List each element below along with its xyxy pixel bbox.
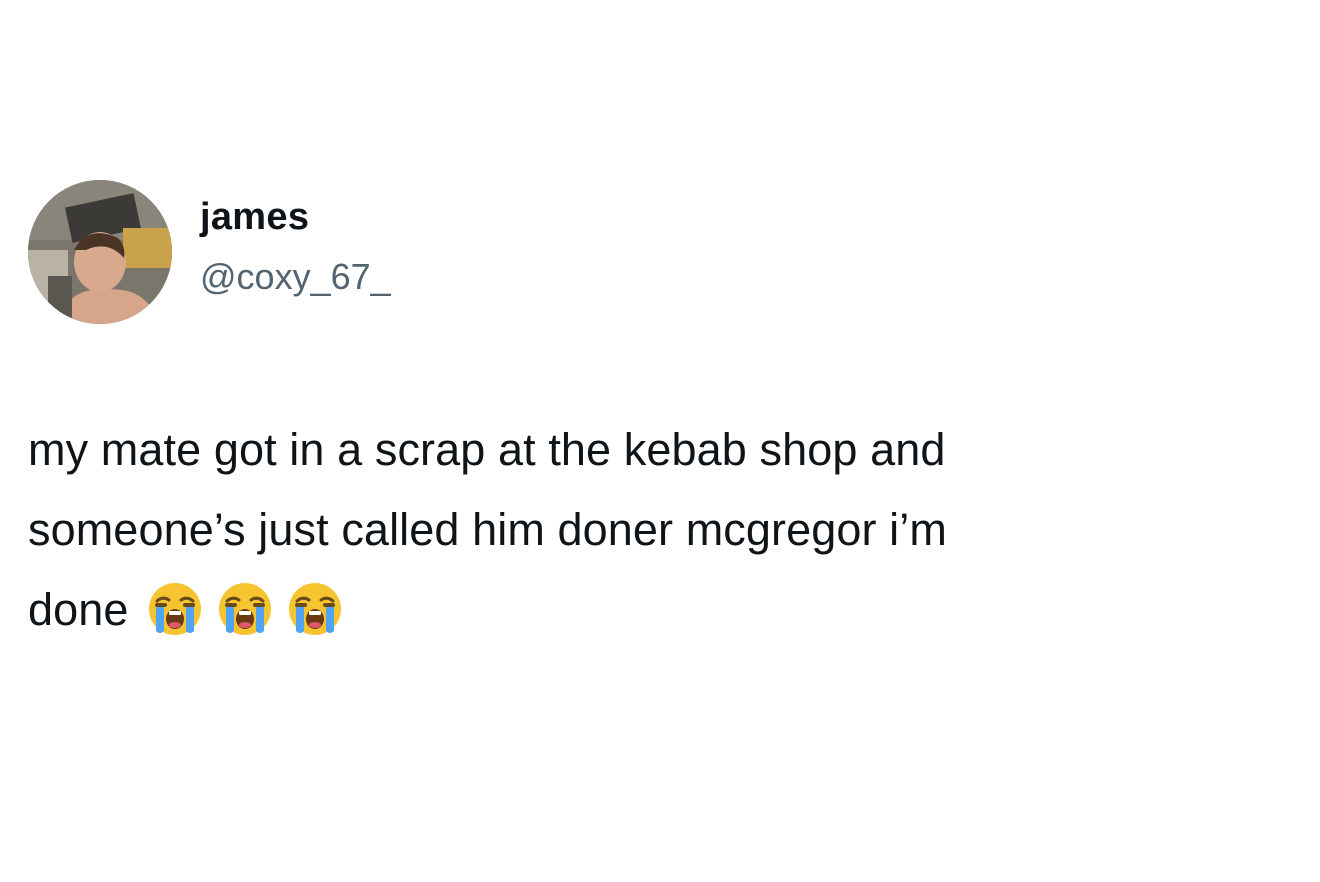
author-display-name[interactable]: james: [200, 194, 391, 240]
tweet-text-line: my mate got in a scrap at the kebab shop…: [28, 424, 946, 475]
loudly-crying-face-icon: [217, 581, 273, 637]
tweet-text-line: someone’s just called him doner mcgregor…: [28, 504, 947, 555]
tweet-text: my mate got in a scrap at the kebab shop…: [28, 410, 1268, 650]
tweet-header: james @coxy_67_: [28, 180, 1292, 324]
avatar[interactable]: [28, 180, 172, 324]
tweet-card: james @coxy_67_ my mate got in a scrap a…: [28, 180, 1292, 650]
author-info: james @coxy_67_: [200, 194, 391, 300]
emoji-group: [147, 581, 343, 637]
tweet-text-line: done: [28, 584, 129, 635]
tweet-text-last-line: done: [28, 570, 1268, 650]
loudly-crying-face-icon: [147, 581, 203, 637]
avatar-image: [28, 180, 172, 324]
loudly-crying-face-icon: [287, 581, 343, 637]
author-handle[interactable]: @coxy_67_: [200, 254, 391, 300]
